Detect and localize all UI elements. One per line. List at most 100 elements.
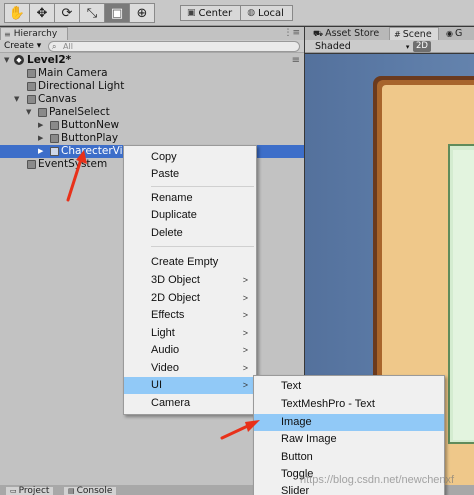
- tab-game[interactable]: ◉ G: [442, 27, 474, 40]
- submenu-item-text[interactable]: Text: [254, 378, 444, 395]
- chevron-right-icon: >: [242, 380, 248, 390]
- submenu-item-textmeshpro[interactable]: TextMeshPro - Text: [254, 396, 444, 413]
- globe-icon: ◍: [247, 8, 256, 18]
- gameobject-icon: [27, 160, 36, 169]
- menu-label: UI: [151, 379, 162, 391]
- menu-item-light[interactable]: Light >: [124, 325, 256, 342]
- cart-icon: ⛟: [313, 29, 324, 38]
- folder-icon: ▭: [10, 487, 17, 495]
- rotate-icon: ⟳: [61, 5, 73, 21]
- rect-icon: ▣: [110, 5, 124, 21]
- hierarchy-item[interactable]: ▶ ButtonNew: [0, 119, 304, 132]
- asset-store-label: Asset Store: [325, 28, 380, 39]
- menu-item-create-empty[interactable]: Create Empty: [124, 254, 256, 271]
- pivot-space-button[interactable]: ◍ Local: [240, 5, 293, 21]
- menu-item-rename[interactable]: Rename: [124, 190, 256, 207]
- scale-icon: ⤡: [86, 5, 98, 21]
- chevron-right-icon: >: [242, 363, 248, 373]
- hierarchy-item[interactable]: ▼ PanelSelect: [0, 106, 304, 119]
- collapse-arrow-icon[interactable]: ▶: [38, 132, 46, 145]
- tab-scene[interactable]: # Scene: [389, 27, 439, 40]
- hierarchy-toolbar: Create ▾ All ⌕: [0, 40, 304, 53]
- search-input[interactable]: All: [48, 41, 300, 52]
- list-icon: ≡: [4, 29, 11, 39]
- menu-item-delete[interactable]: Delete: [124, 225, 256, 242]
- scene-menu-icon[interactable]: ≡: [292, 54, 300, 67]
- item-label: Directional Light: [38, 80, 125, 92]
- gameobject-icon: [38, 108, 47, 117]
- menu-item-camera[interactable]: Camera: [124, 395, 256, 412]
- menu-item-ui[interactable]: UI >: [124, 377, 256, 394]
- pivot-controls: ▣ Center ◍ Local: [180, 5, 293, 21]
- chevron-down-icon: ▾: [405, 43, 410, 51]
- unity-scene-icon: ◆: [14, 55, 24, 65]
- move-icon: ✥: [36, 5, 48, 21]
- expand-arrow-icon[interactable]: ▼: [4, 54, 12, 67]
- menu-item-2d-object[interactable]: 2D Object >: [124, 290, 256, 307]
- tab-asset-store[interactable]: ⛟ Asset Store: [309, 27, 387, 40]
- panel-menu-icon[interactable]: ⋮≡: [283, 28, 300, 38]
- chevron-right-icon: >: [242, 328, 248, 338]
- submenu-item-button[interactable]: Button: [254, 449, 444, 466]
- tab-project[interactable]: ▭ Project: [6, 486, 54, 495]
- hand-tool-button[interactable]: ✋: [4, 3, 30, 23]
- hand-icon: ✋: [8, 5, 26, 21]
- 2d-toggle[interactable]: 2D: [413, 41, 431, 52]
- menu-item-effects[interactable]: Effects >: [124, 307, 256, 324]
- item-label: ButtonPlay: [61, 132, 119, 144]
- collapse-arrow-icon[interactable]: ▶: [38, 145, 46, 158]
- menu-item-video[interactable]: Video >: [124, 360, 256, 377]
- menu-item-copy[interactable]: Copy: [124, 149, 256, 166]
- expand-arrow-icon[interactable]: ▼: [14, 93, 22, 106]
- console-tab-label: Console: [76, 486, 113, 495]
- expand-arrow-icon[interactable]: ▼: [26, 106, 34, 119]
- menu-item-duplicate[interactable]: Duplicate: [124, 207, 256, 224]
- menu-item-audio[interactable]: Audio >: [124, 342, 256, 359]
- rotate-tool-button[interactable]: ⟳: [54, 3, 80, 23]
- pivot-mode-button[interactable]: ▣ Center: [180, 5, 242, 21]
- gamepad-icon: ◉: [446, 29, 453, 38]
- space-label: Local: [258, 7, 284, 19]
- grid-icon: #: [394, 30, 401, 39]
- scale-tool-button[interactable]: ⤡: [79, 3, 105, 23]
- menu-label: Video: [151, 362, 179, 374]
- scene-name: Level2*: [27, 54, 72, 66]
- rect-tool-button[interactable]: ▣: [104, 3, 130, 23]
- item-label: PanelSelect: [49, 106, 110, 118]
- submenu-item-image[interactable]: Image: [254, 414, 444, 431]
- gameobject-icon: [27, 95, 36, 104]
- scene-tab-label: Scene: [402, 29, 432, 40]
- search-icon: ⌕: [52, 42, 57, 51]
- transform-tools: ✋ ✥ ⟳ ⤡ ▣ ⊕: [4, 3, 155, 23]
- item-label: Main Camera: [38, 67, 108, 79]
- collapse-arrow-icon[interactable]: ▶: [38, 119, 46, 132]
- menu-separator: [151, 246, 254, 247]
- item-label: ButtonNew: [61, 119, 120, 131]
- hierarchy-item[interactable]: Main Camera: [0, 67, 304, 80]
- transform-tool-button[interactable]: ⊕: [129, 3, 155, 23]
- menu-item-paste[interactable]: Paste: [124, 166, 256, 183]
- hierarchy-item[interactable]: ▶ ButtonPlay: [0, 132, 304, 145]
- shading-label: Shaded: [315, 41, 351, 52]
- shading-dropdown[interactable]: Shaded ▾: [315, 40, 409, 54]
- project-tab-label: Project: [18, 486, 50, 495]
- annotation-arrow-icon: [220, 420, 260, 440]
- menu-item-3d-object[interactable]: 3D Object >: [124, 272, 256, 289]
- hierarchy-tab-label: Hierarchy: [13, 29, 58, 39]
- tab-hierarchy[interactable]: ≡ Hierarchy: [0, 27, 68, 40]
- scene-row[interactable]: ▼ ◆ Level2* ≡: [0, 54, 304, 67]
- hierarchy-item[interactable]: Directional Light: [0, 80, 304, 93]
- annotation-arrow-icon: [66, 150, 87, 202]
- context-menu: Copy Paste Rename Duplicate Delete Creat…: [123, 145, 257, 415]
- move-tool-button[interactable]: ✥: [29, 3, 55, 23]
- menu-label: 2D Object: [151, 292, 200, 304]
- game-tab-label: G: [454, 28, 463, 39]
- tab-console[interactable]: ▤ Console: [64, 486, 117, 495]
- submenu-item-raw-image[interactable]: Raw Image: [254, 431, 444, 448]
- gameobject-icon: [50, 134, 59, 143]
- create-dropdown[interactable]: Create ▾: [4, 41, 41, 51]
- menu-separator: [151, 186, 254, 187]
- hierarchy-item[interactable]: ▼ Canvas: [0, 93, 304, 106]
- item-label: Canvas: [38, 93, 77, 105]
- gameobject-icon: [50, 147, 59, 156]
